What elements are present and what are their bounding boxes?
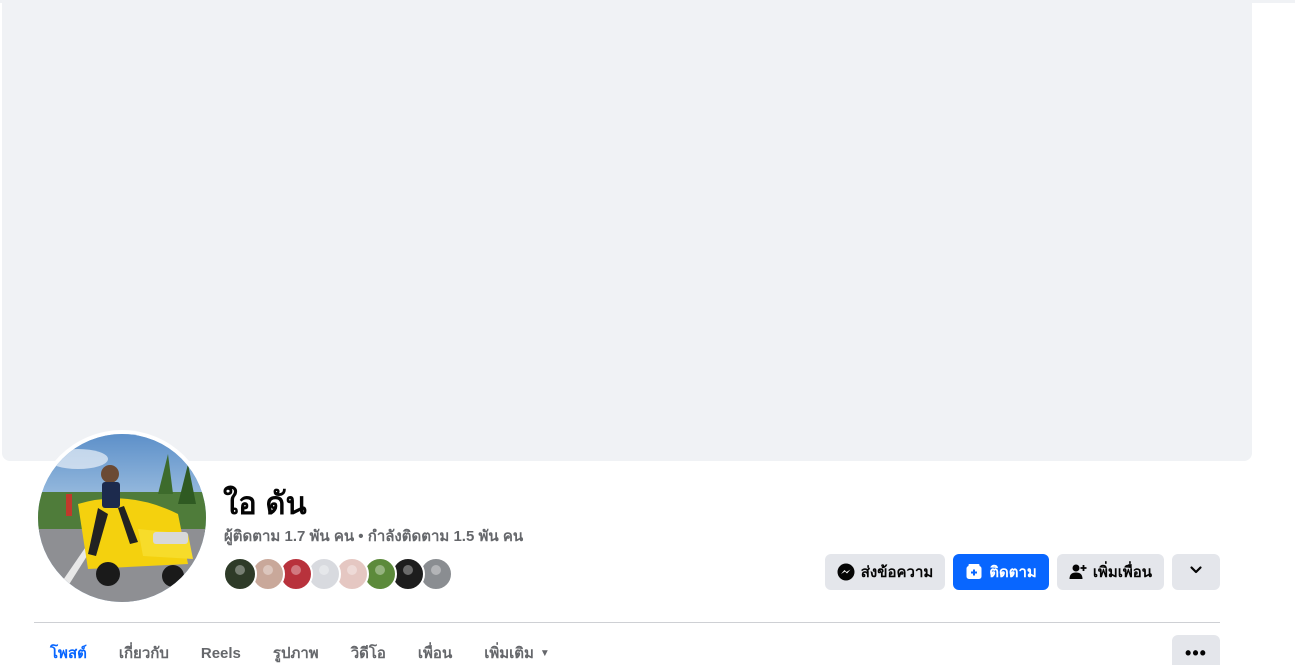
avatar-silhouette [403, 565, 413, 575]
add-friend-button[interactable]: เพิ่มเพื่อน [1056, 554, 1164, 590]
more-profile-options-button[interactable] [1172, 554, 1220, 590]
followers-link[interactable]: ผู้ติดตาม 1.7 พัน คน [224, 528, 354, 545]
add-friend-icon [1069, 563, 1087, 581]
cover-photo[interactable] [2, 0, 1252, 461]
follow-button-label: ติดตาม [989, 564, 1037, 581]
profile-tabs: โพสต์ เกี่ยวกับ Reels รูปภาพ วิดีโอ เพื่… [34, 623, 566, 665]
avatar-silhouette [263, 565, 273, 575]
tab-friends[interactable]: เพื่อน [402, 623, 468, 665]
profile-name: ใอ ดัน [223, 486, 307, 521]
profile-picture[interactable] [34, 430, 210, 606]
tab-label: Reels [200, 644, 241, 662]
tab-label: เพื่อน [417, 645, 453, 662]
follow-counts: ผู้ติดตาม 1.7 พัน คน • กำลังติดตาม 1.5 พ… [224, 528, 523, 546]
tab-label: เกี่ยวกับ [118, 645, 169, 662]
tab-videos[interactable]: วิดีโอ [335, 623, 402, 665]
tab-reels[interactable]: Reels [185, 623, 257, 665]
followers-label: ผู้ติดตาม [224, 528, 281, 545]
add-friend-button-label: เพิ่มเพื่อน [1092, 564, 1152, 581]
profile-page: ใอ ดัน ผู้ติดตาม 1.7 พัน คน • กำลังติดตา… [0, 0, 1295, 665]
tab-more[interactable]: เพิ่มเติม ▼ [468, 623, 566, 665]
following-unit: คน [502, 528, 524, 545]
tab-label: รูปภาพ [272, 645, 319, 662]
avatar-silhouette [235, 565, 245, 575]
follow-button[interactable]: ติดตาม [953, 554, 1049, 590]
avatar-silhouette [347, 565, 357, 575]
tab-label: เพิ่มเติม [484, 645, 534, 662]
followers-count: 1.7 พัน [284, 528, 330, 545]
friend-avatar[interactable] [223, 557, 257, 591]
message-button[interactable]: ส่งข้อความ [824, 554, 946, 590]
messenger-icon [837, 563, 855, 581]
follow-icon [965, 563, 983, 581]
avatar-silhouette [375, 565, 385, 575]
following-link[interactable]: กำลังติดตาม 1.5 พัน คน [368, 528, 523, 545]
caret-down-icon: ▼ [539, 647, 550, 659]
avatar-silhouette [291, 565, 301, 575]
profile-photo-image [38, 434, 206, 602]
followers-unit: คน [333, 528, 355, 545]
avatar-silhouette [431, 565, 441, 575]
mutual-friends-avatars [223, 557, 453, 591]
avatar-silhouette [319, 565, 329, 575]
tab-posts[interactable]: โพสต์ [34, 623, 103, 665]
tab-label: โพสต์ [50, 645, 87, 662]
tab-label: วิดีโอ [350, 645, 386, 662]
tab-photos[interactable]: รูปภาพ [257, 623, 335, 665]
message-button-label: ส่งข้อความ [860, 564, 934, 581]
following-count: 1.5 พัน [453, 528, 499, 545]
profile-actions: ส่งข้อความ ติดตาม เพิ่มเพื่อน [824, 554, 1220, 590]
tab-about[interactable]: เกี่ยวกับ [103, 623, 185, 665]
chevron-down-icon [1189, 563, 1203, 581]
following-label: กำลังติดตาม [367, 528, 450, 545]
tabs-more-options-button[interactable]: ••• [1172, 635, 1220, 665]
counts-separator: • [354, 528, 368, 545]
